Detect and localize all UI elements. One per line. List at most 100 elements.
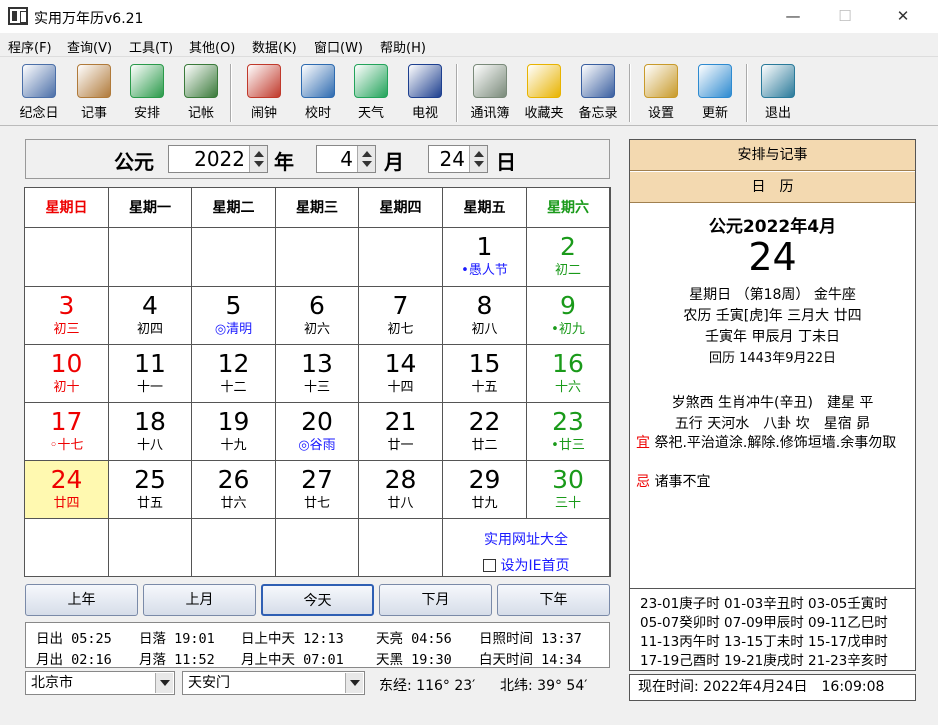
day-cell[interactable]: 15 十五	[443, 345, 527, 403]
day-cell[interactable]: 20 ◎谷雨	[276, 403, 359, 461]
menu-query[interactable]: 查询(V)	[67, 37, 112, 56]
chevron-down-icon[interactable]	[155, 673, 173, 693]
day-cell[interactable]: 25 廿五	[109, 461, 192, 519]
toolbar-exit-button[interactable]: 退出	[752, 62, 804, 124]
lunar-label: 三十	[554, 496, 581, 511]
site-link[interactable]: 实用网址大全	[443, 529, 609, 549]
spin-up-icon[interactable]	[474, 151, 484, 157]
toolbar-tv-button[interactable]: 电视	[399, 62, 451, 124]
day-cell[interactable]: 8 初八	[443, 287, 527, 345]
day-number: 8	[476, 291, 493, 320]
year-value[interactable]: 2022	[169, 146, 249, 172]
menu-data[interactable]: 数据(K)	[252, 37, 297, 56]
prev-month-button[interactable]: 上月	[143, 584, 256, 616]
today-button[interactable]: 今天	[261, 584, 374, 616]
menu-help[interactable]: 帮助(H)	[380, 37, 426, 56]
day-cell[interactable]: 5 ◎清明	[192, 287, 276, 345]
month-spinner[interactable]: 4	[316, 145, 376, 173]
weekday-header: 星期六	[527, 188, 610, 228]
menu-program[interactable]: 程序(F)	[8, 37, 52, 56]
set-homepage-checkbox[interactable]: 设为IE首页	[443, 555, 609, 575]
spin-down-icon[interactable]	[362, 161, 372, 167]
toolbar-anniversary-button[interactable]: 纪念日	[13, 62, 65, 124]
day-cell[interactable]: 2 初二	[527, 228, 610, 287]
tab-schedule-notes[interactable]: 安排与记事	[630, 140, 915, 171]
spin-down-icon[interactable]	[254, 161, 264, 167]
place-select[interactable]: 天安门	[182, 671, 365, 695]
weekday-header: 星期四	[359, 188, 443, 228]
day-cell[interactable]: 23 •廿三	[527, 403, 610, 461]
tab-calendar[interactable]: 日 历	[630, 172, 915, 203]
minimize-button[interactable]: —	[770, 0, 816, 33]
day-number: 19	[217, 407, 250, 436]
toolbar: 纪念日 记事 安排 记帐 闹钟 校时 天气 电视 通讯簿 收藏夹 备忘录 设置 …	[0, 58, 938, 126]
day-cell[interactable]: 18 十八	[109, 403, 192, 461]
spin-buttons[interactable]	[249, 146, 267, 172]
day-cell[interactable]: 24 廿四	[25, 461, 109, 519]
month-value[interactable]: 4	[317, 146, 357, 172]
day-cell[interactable]: 17 ◦十七	[25, 403, 109, 461]
spin-up-icon[interactable]	[362, 151, 372, 157]
window-title: 实用万年历v6.21	[34, 11, 144, 27]
toolbar-separator	[230, 64, 232, 122]
day-cell[interactable]: 11 十一	[109, 345, 192, 403]
spin-up-icon[interactable]	[254, 151, 264, 157]
toolbar-separator	[746, 64, 748, 122]
menu-tools[interactable]: 工具(T)	[129, 37, 173, 56]
spin-buttons[interactable]	[357, 146, 375, 172]
day-cell[interactable]: 14 十四	[359, 345, 443, 403]
maximize-button[interactable]: ☐	[822, 0, 868, 33]
empty-day-cell	[25, 519, 109, 577]
spin-buttons[interactable]	[469, 146, 487, 172]
dusk: 天黑 19:30	[376, 652, 452, 668]
day-cell[interactable]: 7 初七	[359, 287, 443, 345]
day-cell[interactable]: 4 初四	[109, 287, 192, 345]
toolbar-schedule-button[interactable]: 安排	[121, 62, 173, 124]
toolbar-settings-button[interactable]: 设置	[635, 62, 687, 124]
day-cell[interactable]: 1 •愚人节	[443, 228, 527, 287]
toolbar-notes-button[interactable]: 记事	[68, 62, 120, 124]
day-cell[interactable]: 30 三十	[527, 461, 610, 519]
menu-other[interactable]: 其他(O)	[189, 37, 235, 56]
day-cell[interactable]: 12 十二	[192, 345, 276, 403]
day-cell[interactable]: 22 廿二	[443, 403, 527, 461]
day-cell[interactable]: 6 初六	[276, 287, 359, 345]
checkbox-icon[interactable]	[482, 559, 496, 572]
ji-text: 诸事不宜	[654, 474, 711, 490]
toolbar-timesync-button[interactable]: 校时	[292, 62, 344, 124]
day-cell[interactable]: 26 廿六	[192, 461, 276, 519]
day-value[interactable]: 24	[429, 146, 469, 172]
app-book-icon	[8, 7, 28, 25]
next-year-button[interactable]: 下年	[497, 584, 610, 616]
toolbar-weather-button[interactable]: 天气	[345, 62, 397, 124]
prev-year-button[interactable]: 上年	[25, 584, 138, 616]
lunar-label: 十一	[136, 380, 163, 395]
day-cell[interactable]: 10 初十	[25, 345, 109, 403]
empty-day-cell	[192, 519, 276, 577]
day-cell[interactable]: 29 廿九	[443, 461, 527, 519]
city-select[interactable]: 北京市	[25, 671, 175, 695]
day-cell[interactable]: 3 初三	[25, 287, 109, 345]
day-cell[interactable]: 27 廿七	[276, 461, 359, 519]
day-cell[interactable]: 19 十九	[192, 403, 276, 461]
toolbar-memo-button[interactable]: 备忘录	[572, 62, 624, 124]
toolbar-update-button[interactable]: 更新	[689, 62, 741, 124]
year-spinner[interactable]: 2022	[168, 145, 268, 173]
chevron-down-icon[interactable]	[345, 673, 363, 693]
toolbar-addressbook-button[interactable]: 通讯簿	[464, 62, 516, 124]
day-number: 20	[301, 407, 333, 436]
toolbar-favorites-button[interactable]: 收藏夹	[518, 62, 570, 124]
day-cell[interactable]: 21 廿一	[359, 403, 443, 461]
menu-window[interactable]: 窗口(W)	[314, 37, 363, 56]
close-button[interactable]: ✕	[880, 0, 926, 33]
day-cell[interactable]: 9 •初九	[527, 287, 610, 345]
city-value: 北京市	[31, 675, 73, 691]
toolbar-alarm-button[interactable]: 闹钟	[238, 62, 290, 124]
day-cell[interactable]: 13 十三	[276, 345, 359, 403]
toolbar-accounts-button[interactable]: 记帐	[175, 62, 227, 124]
day-cell[interactable]: 28 廿八	[359, 461, 443, 519]
next-month-button[interactable]: 下月	[379, 584, 492, 616]
day-spinner[interactable]: 24	[428, 145, 488, 173]
spin-down-icon[interactable]	[474, 161, 484, 167]
day-cell[interactable]: 16 十六	[527, 345, 610, 403]
